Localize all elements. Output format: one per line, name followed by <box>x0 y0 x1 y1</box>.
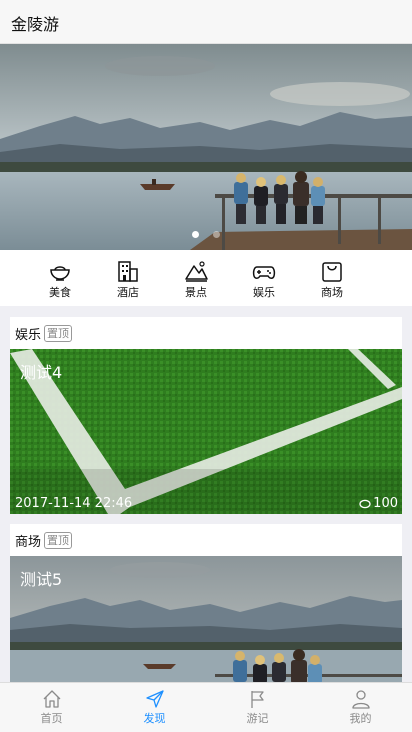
tab-label: 首页 <box>40 712 63 725</box>
tab-discover[interactable]: 发现 <box>103 683 206 732</box>
post-card-header: 商场 置顶 <box>10 524 402 556</box>
post-card-header: 娱乐 置顶 <box>10 317 402 349</box>
lake-mountain-image <box>0 44 412 250</box>
bottom-tab-bar: 首页 发现 游记 我的 <box>0 682 412 732</box>
building-icon <box>118 261 138 282</box>
category-label: 美食 <box>49 286 71 299</box>
post-title: 测试4 <box>20 363 63 382</box>
category-entertainment[interactable]: 娱乐 <box>230 250 298 306</box>
category-scenic[interactable]: 景点 <box>162 250 230 306</box>
category-hotel[interactable]: 酒店 <box>94 250 162 306</box>
flag-icon <box>250 691 264 708</box>
tab-home[interactable]: 首页 <box>0 683 103 732</box>
category-label: 景点 <box>185 286 207 299</box>
post-category: 娱乐 <box>15 327 42 343</box>
tab-profile[interactable]: 我的 <box>309 683 412 732</box>
category-mall[interactable]: 商场 <box>298 250 366 306</box>
tab-label: 我的 <box>349 712 372 725</box>
carousel-dot[interactable] <box>192 231 199 238</box>
post-card[interactable]: 娱乐 置顶 测试4 2017-11-14 22:46 100 <box>10 317 402 514</box>
category-nav: 美食 酒店 景点 娱乐 商场 <box>0 250 412 306</box>
user-icon <box>351 690 370 709</box>
post-category: 商场 <box>15 534 42 550</box>
app-title: 金陵游 <box>11 15 60 34</box>
carousel-dots <box>0 231 412 238</box>
tab-label: 发现 <box>143 712 166 725</box>
category-label: 娱乐 <box>253 286 275 299</box>
soccer-field-image <box>10 349 402 514</box>
app-header: 金陵游 <box>0 0 412 44</box>
bowl-icon <box>50 266 70 281</box>
post-image[interactable]: 测试4 2017-11-14 22:46 100 <box>10 349 402 514</box>
post-feed: 娱乐 置顶 测试4 2017-11-14 22:46 100 商场 置顶 测试5 <box>10 317 402 731</box>
home-icon <box>43 690 60 708</box>
gamepad-icon <box>252 266 276 279</box>
pinned-badge: 置顶 <box>44 531 73 549</box>
category-label: 商场 <box>321 286 343 299</box>
paper-plane-icon <box>145 690 164 708</box>
post-title: 测试5 <box>20 570 63 589</box>
comment-icon <box>359 499 371 508</box>
tab-label: 游记 <box>246 712 269 725</box>
category-food[interactable]: 美食 <box>26 250 94 306</box>
comment-count-value: 100 <box>373 496 398 511</box>
pinned-badge: 置顶 <box>44 324 73 342</box>
banner-carousel[interactable] <box>0 44 412 250</box>
category-label: 酒店 <box>117 286 139 299</box>
shopping-bag-icon <box>322 262 342 282</box>
post-date: 2017-11-14 22:46 <box>15 496 133 511</box>
carousel-dot[interactable] <box>213 231 220 238</box>
tab-travel-notes[interactable]: 游记 <box>206 683 309 732</box>
comment-count: 100 <box>359 496 398 511</box>
mountain-icon <box>185 261 208 282</box>
